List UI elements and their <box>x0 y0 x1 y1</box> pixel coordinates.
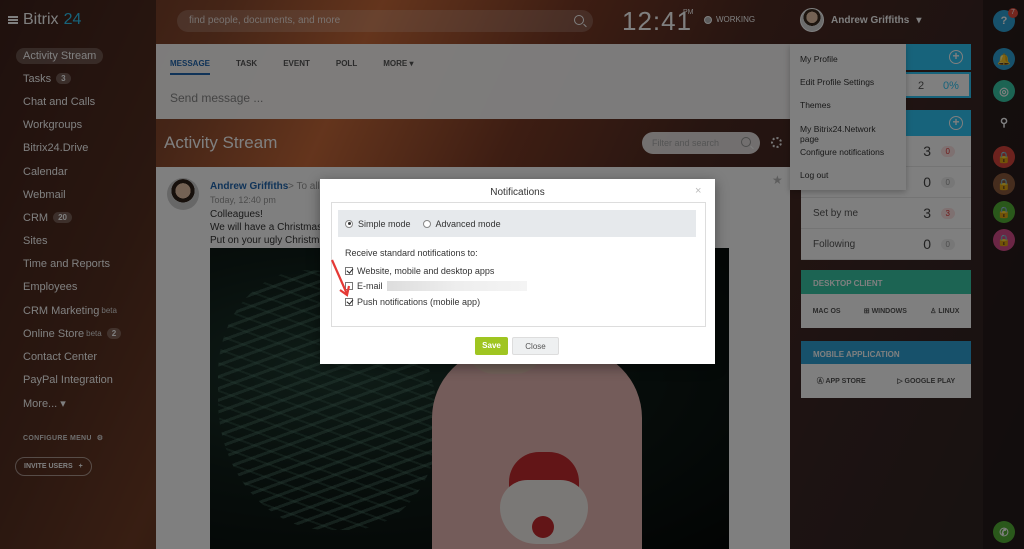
receive-label: Receive standard notifications to: <box>345 248 478 258</box>
close-button[interactable]: Close <box>512 337 559 355</box>
email-checkbox[interactable]: E-mail <box>345 281 527 291</box>
advanced-mode-radio[interactable]: Advanced mode <box>422 219 501 229</box>
simple-mode-radio[interactable]: Simple mode <box>345 219 411 229</box>
push-notifications-checkbox[interactable]: Push notifications (mobile app) <box>345 297 480 307</box>
mode-selector: Simple mode Advanced mode <box>338 210 696 237</box>
radio-icon <box>422 219 431 228</box>
red-arrow-annotation-icon <box>330 259 351 297</box>
radio-selected-icon <box>345 219 353 228</box>
checkbox-checked-icon <box>345 298 353 306</box>
close-icon[interactable]: × <box>695 185 701 197</box>
website-apps-checkbox[interactable]: Website, mobile and desktop apps <box>345 266 494 276</box>
save-button[interactable]: Save <box>475 337 508 355</box>
dialog-title: Notifications <box>490 187 545 198</box>
email-address-redacted <box>386 281 527 291</box>
